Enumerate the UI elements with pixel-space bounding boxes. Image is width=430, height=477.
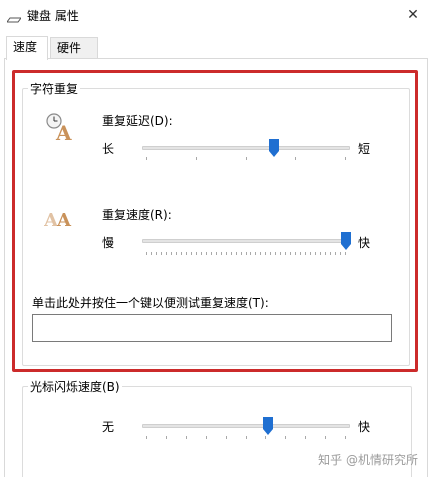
keyboard-icon bbox=[6, 12, 22, 23]
slider-tick bbox=[265, 436, 266, 439]
slider-tick bbox=[325, 436, 326, 439]
window-title: 键盘 属性 bbox=[27, 9, 79, 23]
slider-tick bbox=[305, 436, 306, 439]
close-icon: ✕ bbox=[407, 7, 419, 23]
highlight-box bbox=[12, 70, 418, 372]
cursor-blink-ticks bbox=[146, 436, 346, 440]
tab-strip: 速度 硬件 bbox=[0, 36, 430, 60]
slider-tick bbox=[146, 436, 147, 439]
slider-tick bbox=[206, 436, 207, 439]
slider-tick bbox=[246, 436, 247, 439]
watermark-text: 知乎 @机情研究所 bbox=[318, 453, 418, 467]
title-bar: 键盘 属性 ✕ bbox=[0, 0, 430, 30]
cursor-blink-min-label: 无 bbox=[102, 420, 115, 434]
cursor-blink-track[interactable] bbox=[142, 424, 350, 428]
cursor-blink-max-label: 快 bbox=[358, 420, 371, 434]
slider-tick bbox=[186, 436, 187, 439]
slider-tick bbox=[345, 436, 346, 439]
cursor-blink-slider-thumb[interactable] bbox=[263, 417, 273, 435]
cursor-blink-group-label: 光标闪烁速度(B) bbox=[28, 378, 122, 395]
slider-tick bbox=[226, 436, 227, 439]
tab-speed[interactable]: 速度 bbox=[6, 36, 48, 60]
slider-tick bbox=[285, 436, 286, 439]
slider-tick bbox=[166, 436, 167, 439]
close-button[interactable]: ✕ bbox=[396, 0, 430, 30]
tab-hardware[interactable]: 硬件 bbox=[50, 37, 98, 59]
